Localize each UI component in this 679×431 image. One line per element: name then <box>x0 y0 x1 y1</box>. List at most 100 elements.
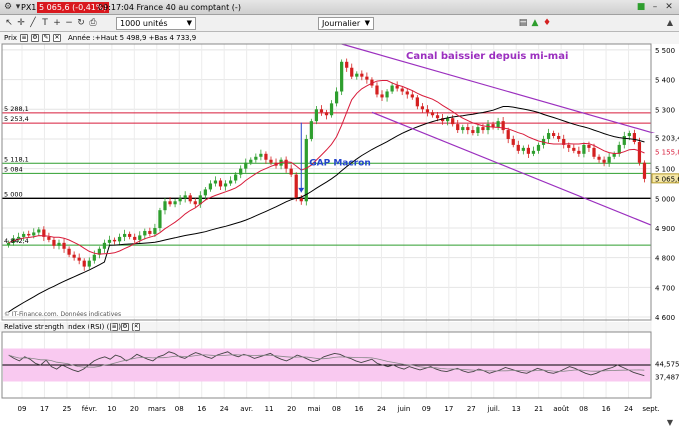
candle-body <box>173 201 177 205</box>
candle-body <box>430 112 435 116</box>
x-tick-label: 09 <box>422 405 431 413</box>
candle-body <box>249 159 253 163</box>
candle-body <box>511 138 515 145</box>
candle-body <box>415 97 419 107</box>
candle-body <box>284 159 288 169</box>
level-label: 5 000 <box>4 190 23 198</box>
candle-body <box>531 150 536 154</box>
candle-body <box>395 85 399 89</box>
x-tick-label: 08 <box>332 405 341 413</box>
x-tick-label: 25 <box>62 405 71 413</box>
candle-body <box>582 144 586 154</box>
candle-body <box>148 230 152 234</box>
candle-body <box>27 233 31 236</box>
x-tick-label: 17 <box>444 405 453 413</box>
candle-body <box>385 91 389 98</box>
x-tick-label: 10 <box>107 405 116 413</box>
candle-body <box>112 239 117 242</box>
candle-body <box>163 201 167 211</box>
value-badge-label: 5 065,6 <box>655 175 679 183</box>
candle-body <box>637 141 642 163</box>
candle-body <box>223 183 228 187</box>
candle-body <box>390 85 394 92</box>
y-tick-label: 5 000 <box>655 195 675 203</box>
candle-body <box>516 144 520 151</box>
x-tick-label: sept. <box>642 405 659 413</box>
candle-body <box>314 109 319 122</box>
candle-body <box>592 147 596 157</box>
candle-body <box>456 124 460 131</box>
candle-body <box>228 180 233 184</box>
candle-body <box>627 133 631 136</box>
x-tick-label: 16 <box>197 405 206 413</box>
candle-body <box>107 239 112 243</box>
y-tick-label: 4 700 <box>655 284 675 292</box>
candle-body <box>536 144 541 151</box>
candle-body <box>622 136 626 145</box>
candle-body <box>405 91 409 95</box>
candle-body <box>410 94 414 98</box>
candle-body <box>577 150 581 154</box>
candle-body <box>158 210 162 228</box>
y-tick-label: 5 100 <box>655 166 675 174</box>
candle-body <box>299 198 303 202</box>
candle-body <box>355 73 359 77</box>
candle-body <box>117 236 122 242</box>
candle-body <box>567 144 571 148</box>
candle-body <box>122 233 127 237</box>
x-tick-label: 24 <box>624 405 633 413</box>
level-label: 5 118,1 <box>4 155 29 163</box>
x-tick-label: 16 <box>602 405 611 413</box>
x-tick-label: 20 <box>287 405 296 413</box>
x-tick-label: 08 <box>175 405 184 413</box>
candle-body <box>607 156 611 163</box>
candle-body <box>481 127 485 131</box>
candle-body <box>62 242 66 249</box>
y-tick-label: 4 900 <box>655 225 675 233</box>
x-tick-label: juil. <box>487 405 501 413</box>
x-tick-label: mai <box>308 405 321 413</box>
candle-body <box>294 174 298 199</box>
candle-body <box>572 147 576 151</box>
candle-body <box>400 88 404 92</box>
candle-body <box>47 236 51 240</box>
x-tick-label: 24 <box>220 405 229 413</box>
x-tick-label: 20 <box>130 405 139 413</box>
x-tick-label: 13 <box>512 405 521 413</box>
candle-body <box>218 180 223 187</box>
level-label: 5 253,4 <box>4 115 29 123</box>
rsi-tick-label: 44,575 <box>655 360 679 368</box>
x-tick-label: 21 <box>534 405 543 413</box>
candle-body <box>612 153 616 157</box>
x-tick-label: 08 <box>579 405 588 413</box>
x-tick-label: févr. <box>82 405 97 413</box>
candle-body <box>360 73 364 77</box>
candle-body <box>77 257 81 261</box>
candle-body <box>425 109 430 113</box>
candle-body <box>557 136 561 139</box>
candle-body <box>365 76 369 80</box>
candle-body <box>92 254 96 261</box>
candle-body <box>138 235 142 240</box>
candle-body <box>309 121 313 139</box>
candle-body <box>334 91 339 104</box>
candle-body <box>82 260 86 267</box>
candle-body <box>259 153 263 157</box>
candle-body <box>375 85 379 95</box>
x-tick-label: 24 <box>377 405 386 413</box>
candle-body <box>461 127 465 131</box>
y-tick-label: 4 800 <box>655 255 675 263</box>
y-tick-label: 5 500 <box>655 47 675 55</box>
y-tick-label: 5 400 <box>655 77 675 85</box>
candle-body <box>193 201 197 205</box>
candle-body <box>102 242 107 249</box>
candle-body <box>57 242 61 246</box>
watermark: © IT-Finance.com. Données indicatives <box>4 311 122 318</box>
candle-body <box>269 159 273 163</box>
value-badge-label: 5 203,4 <box>655 134 679 142</box>
candle-body <box>128 233 132 237</box>
candle-body <box>188 195 192 202</box>
candle-body <box>319 109 324 113</box>
channel-annotation: Canal baissier depuis mi-mai <box>406 51 568 62</box>
candle-body <box>496 121 500 128</box>
